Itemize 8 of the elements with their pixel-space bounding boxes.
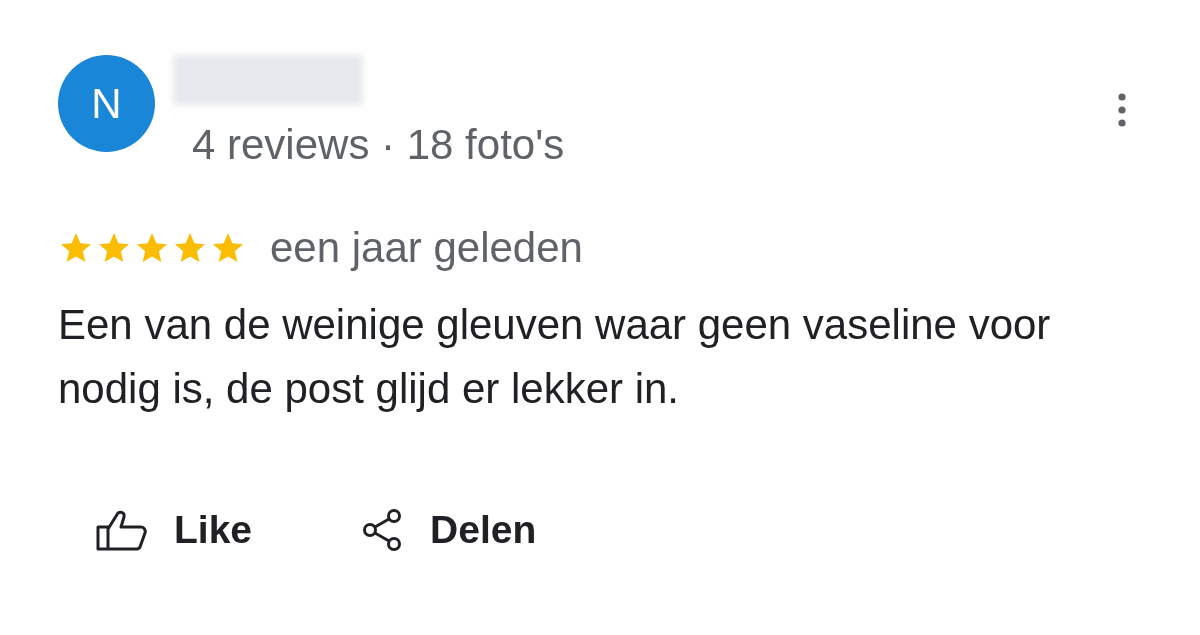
more-options-icon[interactable] bbox=[1116, 93, 1128, 127]
like-button[interactable]: Like bbox=[96, 501, 253, 560]
avatar: N bbox=[58, 55, 155, 152]
review-text: Een van de weinige gleuven waar geen vaseline voor nodig is, de post glijd er lekker in. bbox=[58, 300, 1052, 414]
reviewer-stats: 4 reviews · 18 foto's bbox=[192, 120, 565, 170]
thumbs-up-icon bbox=[96, 509, 148, 552]
share-button[interactable]: Delen bbox=[362, 501, 537, 560]
review-date: een jaar geleden bbox=[270, 223, 583, 273]
